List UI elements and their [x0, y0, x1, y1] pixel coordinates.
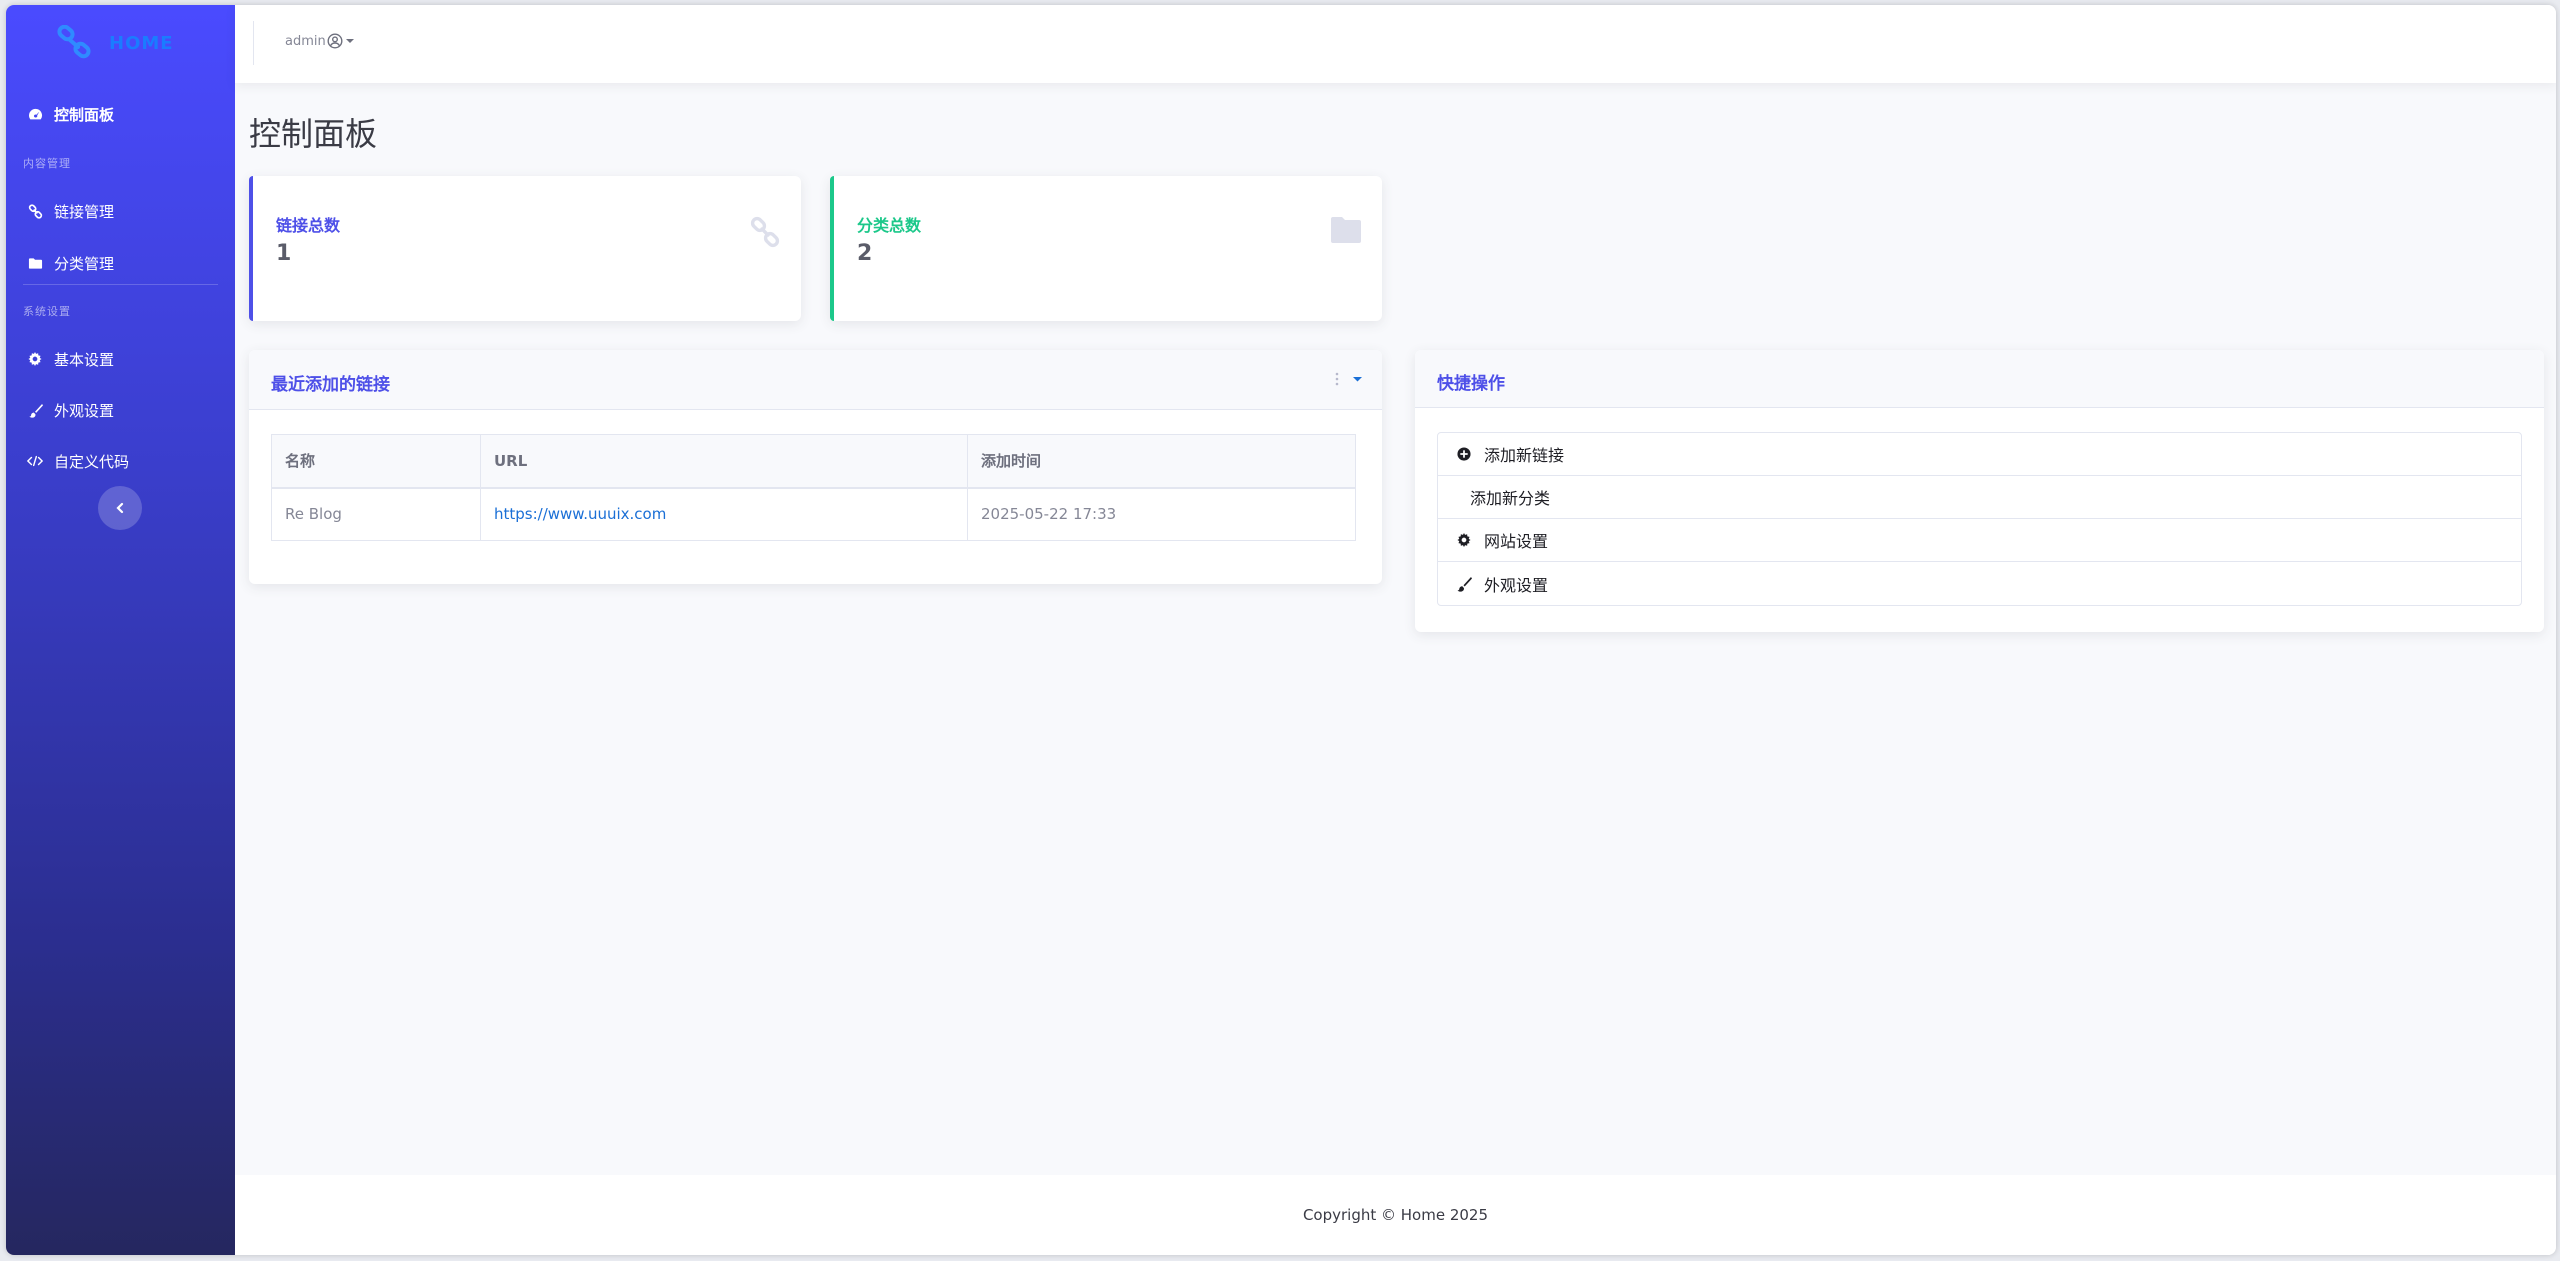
- sidebar-item-label: 控制面板: [54, 105, 115, 124]
- brush-icon: [1456, 576, 1472, 592]
- plus-circle-icon: [1456, 447, 1472, 461]
- sidebar-item-links[interactable]: 链接管理: [6, 191, 235, 231]
- stat-card-categories: 分类总数 2: [830, 176, 1382, 321]
- sidebar-heading-system: 系统设置: [23, 305, 71, 318]
- quick-action-site-settings[interactable]: 网站设置: [1438, 519, 2521, 562]
- panel-title: 最近添加的链接: [271, 375, 390, 395]
- sidebar-toggle-button[interactable]: [98, 486, 142, 530]
- stat-label: 分类总数: [857, 216, 922, 235]
- caret-down-icon: [1353, 377, 1362, 382]
- gear-icon: [1456, 533, 1472, 547]
- brush-icon: [26, 401, 44, 419]
- sidebar-item-label: 链接管理: [54, 202, 115, 221]
- sidebar-divider: [23, 284, 218, 285]
- link-url[interactable]: https://www.uuuix.com: [494, 505, 666, 523]
- sidebar-item-dashboard[interactable]: 控制面板: [6, 94, 235, 134]
- sidebar-item-appearance[interactable]: 外观设置: [6, 390, 235, 430]
- folder-icon: [1331, 217, 1361, 243]
- column-header-time: 添加时间: [967, 434, 1356, 489]
- username: admin: [285, 33, 326, 49]
- sidebar-item-basic-settings[interactable]: 基本设置: [6, 339, 235, 379]
- folder-icon: [26, 254, 44, 272]
- panel-header: 最近添加的链接: [249, 350, 1382, 410]
- cell-url: https://www.uuuix.com: [480, 487, 968, 541]
- column-header-url: URL: [480, 434, 968, 489]
- quick-action-label: 添加新链接: [1484, 446, 1565, 465]
- sidebar-item-label: 自定义代码: [54, 452, 130, 471]
- quick-action-add-link[interactable]: 添加新链接: [1438, 433, 2521, 476]
- gauge-icon: [26, 105, 44, 123]
- panel-title: 快捷操作: [1437, 374, 1505, 394]
- stat-value: 1: [276, 241, 292, 266]
- more-vertical-icon: [1335, 372, 1339, 386]
- stat-label: 链接总数: [276, 216, 341, 235]
- quick-action-appearance[interactable]: 外观设置: [1438, 562, 2521, 605]
- quick-action-label: 外观设置: [1484, 575, 1549, 595]
- brand-name: HOME: [109, 33, 174, 54]
- quick-actions-list: 添加新链接 添加新分类 网站设置 外观设置: [1437, 432, 2522, 606]
- sidebar-heading-content: 内容管理: [23, 157, 71, 170]
- quick-action-label: 网站设置: [1484, 532, 1549, 551]
- sidebar-item-label: 分类管理: [54, 254, 115, 273]
- cell-name: Re Blog: [271, 487, 481, 541]
- table-row: Re Blog https://www.uuuix.com 2025-05-22…: [271, 487, 1356, 541]
- sidebar-item-label: 外观设置: [54, 401, 115, 420]
- stat-card-accent: [830, 176, 834, 321]
- page-title: 控制面板: [249, 115, 378, 153]
- panel-options-dropdown[interactable]: [1335, 372, 1362, 386]
- topbar-divider: [253, 21, 254, 65]
- sidebar: HOME 控制面板 内容管理 链接管理 分类管理 系统设置 基本设置 外观设置 …: [6, 5, 235, 1255]
- sidebar-item-label: 基本设置: [54, 350, 115, 369]
- quick-action-add-category[interactable]: 添加新分类: [1438, 476, 2521, 519]
- user-menu[interactable]: admin: [285, 33, 354, 49]
- chevron-left-icon: [116, 502, 124, 514]
- recent-links-panel: 最近添加的链接 名称 URL 添加时间 Re Blog https://www.…: [249, 350, 1382, 584]
- app-frame: HOME 控制面板 内容管理 链接管理 分类管理 系统设置 基本设置 外观设置 …: [6, 5, 2556, 1255]
- sidebar-item-custom-code[interactable]: 自定义代码: [6, 441, 235, 481]
- code-icon: [26, 452, 44, 470]
- column-header-name: 名称: [271, 434, 481, 489]
- footer: Copyright © Home 2025: [235, 1175, 2556, 1255]
- link-icon: [750, 216, 780, 248]
- panel-header: 快捷操作: [1415, 350, 2544, 408]
- topbar: admin: [235, 5, 2556, 83]
- stat-card-accent: [249, 176, 253, 321]
- caret-down-icon: [345, 39, 354, 43]
- link-icon: [57, 25, 91, 59]
- quick-action-label: 添加新分类: [1470, 489, 1551, 508]
- copyright-text: Copyright © Home 2025: [1302, 1206, 1489, 1224]
- recent-links-table: 名称 URL 添加时间 Re Blog https://www.uuuix.co…: [271, 434, 1356, 541]
- sidebar-brand[interactable]: HOME: [6, 5, 235, 75]
- cell-time: 2025-05-22 17:33: [967, 487, 1356, 541]
- sidebar-item-categories[interactable]: 分类管理: [6, 243, 235, 283]
- main-content: admin 控制面板 链接总数 1 分类总数 2 最近添加的链接 名称 URL …: [235, 5, 2556, 1255]
- user-circle-icon: [327, 33, 343, 49]
- link-icon: [26, 202, 44, 220]
- stat-value: 2: [857, 241, 873, 266]
- stat-card-links: 链接总数 1: [249, 176, 801, 321]
- gear-icon: [26, 350, 44, 368]
- table-header-row: 名称 URL 添加时间: [271, 434, 1356, 489]
- quick-actions-panel: 快捷操作 添加新链接 添加新分类 网站设置 外观设置: [1415, 350, 2544, 632]
